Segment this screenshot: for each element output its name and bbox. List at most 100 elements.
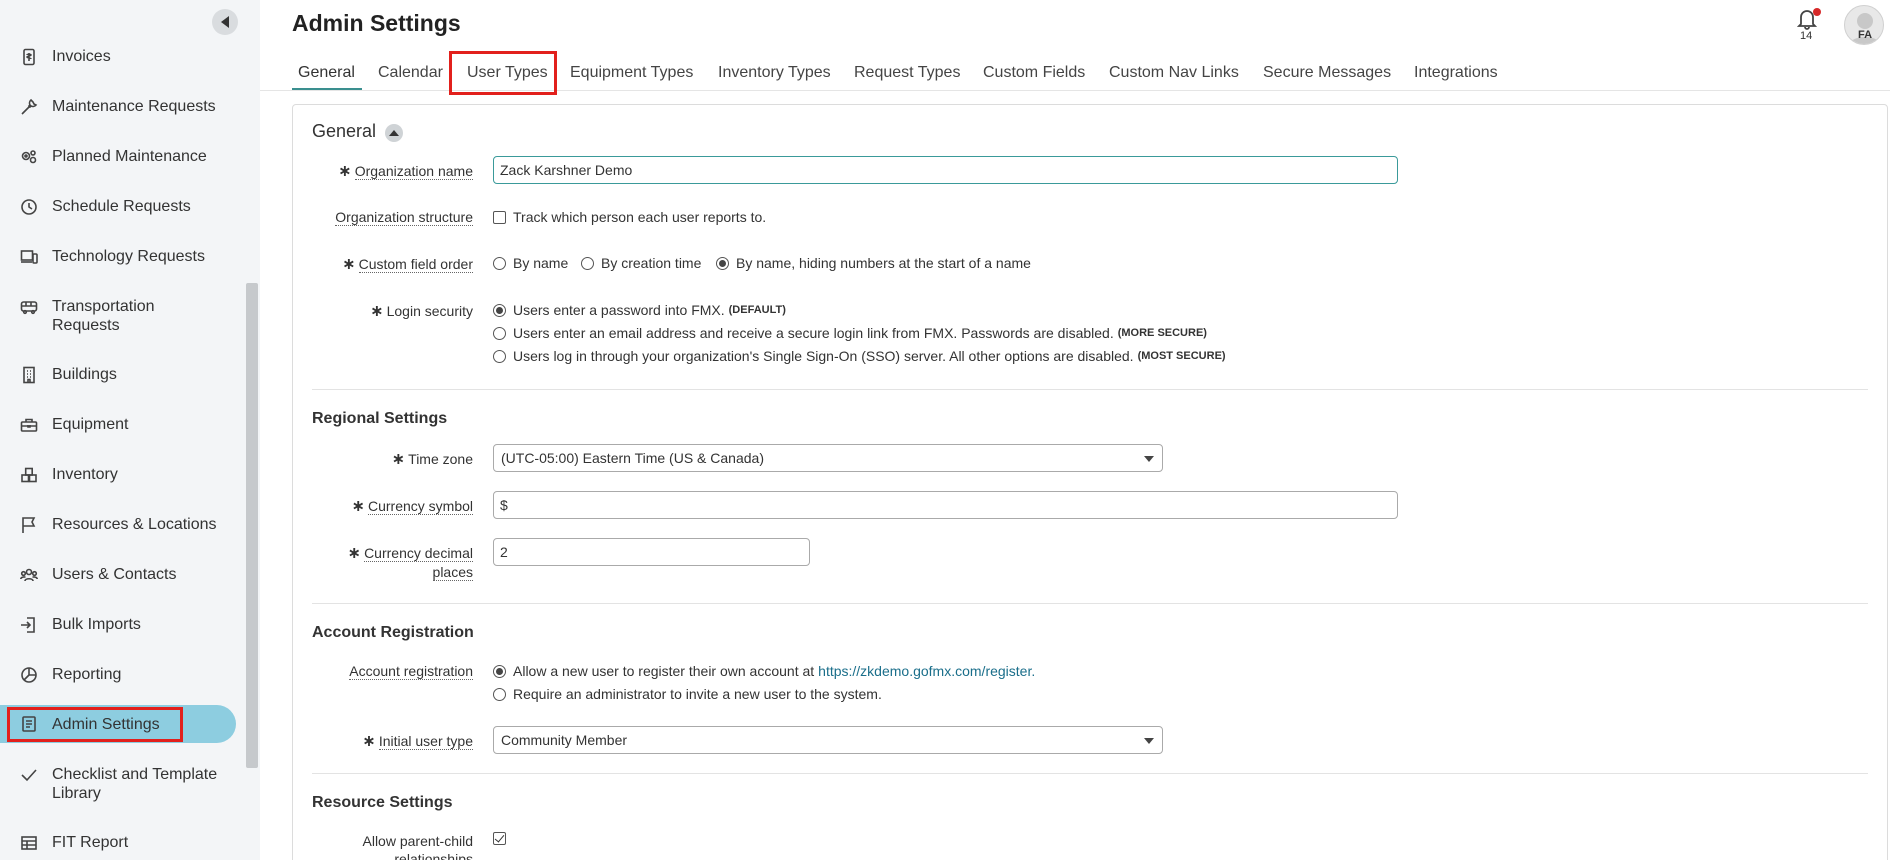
tab-general[interactable]: General (292, 60, 361, 86)
import-icon (18, 614, 40, 636)
sidebar-item-label: Maintenance Requests (52, 98, 216, 115)
page-title: Admin Settings (292, 10, 461, 36)
radio-selected[interactable] (716, 256, 729, 270)
collapse-sidebar-button[interactable] (212, 9, 238, 35)
field-order-by-name[interactable]: By name (493, 255, 568, 271)
toolbox-icon (18, 414, 40, 436)
parent-child-label: Allow parent-child relationships (362, 833, 474, 860)
pie-chart-icon (18, 664, 40, 686)
sidebar-item-schedule-requests[interactable]: Schedule Requests (6, 196, 236, 218)
sidebar-item-bulk-imports[interactable]: Bulk Imports (6, 614, 236, 636)
users-icon (18, 564, 40, 586)
sidebar-item-label: Technology Requests (52, 248, 205, 265)
invoice-icon (18, 46, 40, 68)
building-icon (18, 364, 40, 386)
resource-section-title: Resource Settings (312, 794, 453, 811)
table-icon (18, 832, 40, 854)
time-zone-select[interactable]: (UTC-05:00) Eastern Time (US & Canada) (493, 444, 1163, 472)
sidebar: Invoices Maintenance Requests Planned Ma… (0, 0, 260, 860)
option-tag: (MORE SECURE) (1117, 327, 1207, 339)
dropdown-arrow-icon (1144, 738, 1154, 744)
parent-child-checkbox[interactable] (493, 832, 513, 845)
option-text: Allow a new user to register their own a… (513, 663, 815, 679)
sidebar-item-label: Users & Contacts (52, 566, 177, 583)
initial-user-type-value: Community Member (501, 732, 628, 748)
option-tag: (DEFAULT) (728, 304, 786, 316)
registration-link[interactable]: https://zkdemo.gofmx.com/register. (818, 663, 1035, 679)
sidebar-item-transportation-requests[interactable]: Transportation Requests (6, 296, 236, 335)
radio[interactable] (493, 256, 506, 270)
tab-equipment-types[interactable]: Equipment Types (564, 60, 699, 86)
checkbox-checked[interactable] (493, 832, 506, 845)
dropdown-arrow-icon (1144, 456, 1154, 462)
currency-symbol-input[interactable] (493, 491, 1398, 519)
sidebar-item-equipment[interactable]: Equipment (6, 414, 236, 436)
tab-secure-messages[interactable]: Secure Messages (1257, 60, 1397, 86)
sidebar-item-inventory[interactable]: Inventory (6, 464, 236, 486)
section-divider (312, 773, 1868, 774)
sidebar-item-label: Planned Maintenance (52, 148, 207, 165)
sidebar-scrollbar[interactable] (246, 283, 258, 768)
sidebar-item-label: Schedule Requests (52, 198, 191, 215)
tab-custom-fields[interactable]: Custom Fields (977, 60, 1091, 86)
option-text: Users log in through your organization's… (513, 348, 1134, 364)
radio[interactable] (493, 687, 506, 701)
field-order-by-name-hiding-numbers[interactable]: By name, hiding numbers at the start of … (716, 255, 1031, 271)
sidebar-item-resources-locations[interactable]: Resources & Locations (6, 514, 236, 536)
login-security-sso[interactable]: Users log in through your organization's… (493, 348, 1226, 364)
field-order-by-creation-time[interactable]: By creation time (581, 255, 701, 271)
radio-selected[interactable] (493, 664, 506, 678)
section-divider (312, 389, 1868, 390)
caret-up-icon (389, 130, 399, 136)
registration-self-register[interactable]: Allow a new user to register their own a… (493, 663, 1035, 679)
org-structure-label: Organization structure (335, 209, 473, 226)
sidebar-item-label: FIT Report (52, 834, 129, 851)
collapse-general-button[interactable] (385, 124, 403, 142)
wrench-icon (18, 96, 40, 118)
radio[interactable] (493, 349, 506, 363)
sidebar-item-reporting[interactable]: Reporting (6, 664, 236, 686)
clock-icon (18, 196, 40, 218)
org-structure-option-text: Track which person each user reports to. (513, 209, 767, 225)
sidebar-item-label: Checklist and Template Library (52, 766, 218, 802)
login-security-email-link[interactable]: Users enter an email address and receive… (493, 325, 1207, 341)
sidebar-item-users-contacts[interactable]: Users & Contacts (6, 564, 236, 586)
avatar-initials: FA (1857, 29, 1873, 41)
boxes-icon (18, 464, 40, 486)
sidebar-item-label: Transportation Requests (52, 298, 155, 334)
initial-user-type-label: ∗ Initial user type (362, 733, 473, 750)
org-structure-checkbox[interactable]: Track which person each user reports to. (493, 209, 766, 225)
tab-inventory-types[interactable]: Inventory Types (712, 60, 837, 86)
tab-calendar[interactable]: Calendar (372, 60, 449, 86)
sidebar-item-buildings[interactable]: Buildings (6, 364, 236, 386)
tab-request-types[interactable]: Request Types (848, 60, 966, 86)
tab-integrations[interactable]: Integrations (1408, 60, 1504, 86)
sidebar-item-technology-requests[interactable]: Technology Requests (6, 246, 236, 268)
registration-admin-invite[interactable]: Require an administrator to invite a new… (493, 686, 882, 702)
currency-decimal-label: ∗ Currency decimal places (347, 545, 473, 581)
tab-custom-nav-links[interactable]: Custom Nav Links (1103, 60, 1245, 86)
currency-decimal-input[interactable] (493, 538, 810, 566)
option-text: Require an administrator to invite a new… (513, 686, 882, 702)
sidebar-item-checklist-template-library[interactable]: Checklist and Template Library (6, 764, 236, 803)
sidebar-item-label: Inventory (52, 466, 118, 483)
radio-selected[interactable] (493, 303, 506, 317)
sidebar-item-planned-maintenance[interactable]: Planned Maintenance (6, 146, 236, 168)
time-zone-label: ∗ Time zone (391, 451, 473, 468)
radio[interactable] (581, 256, 594, 270)
sidebar-item-fit-report[interactable]: FIT Report (6, 832, 236, 854)
general-section-title: General (312, 121, 377, 141)
login-security-password[interactable]: Users enter a password into FMX. (DEFAULT… (493, 302, 786, 318)
time-zone-value: (UTC-05:00) Eastern Time (US & Canada) (501, 450, 764, 466)
org-name-input[interactable] (493, 156, 1398, 184)
org-name-label: ∗ Organization name (338, 163, 473, 180)
sidebar-item-invoices[interactable]: Invoices (6, 46, 236, 68)
checkbox[interactable] (493, 210, 506, 224)
chevron-left-icon (221, 16, 229, 28)
sidebar-item-maintenance-requests[interactable]: Maintenance Requests (6, 96, 236, 118)
devices-icon (18, 246, 40, 268)
avatar[interactable]: FA (1844, 5, 1884, 45)
initial-user-type-select[interactable]: Community Member (493, 726, 1163, 754)
admin-settings-highlight (7, 707, 183, 742)
radio[interactable] (493, 326, 506, 340)
